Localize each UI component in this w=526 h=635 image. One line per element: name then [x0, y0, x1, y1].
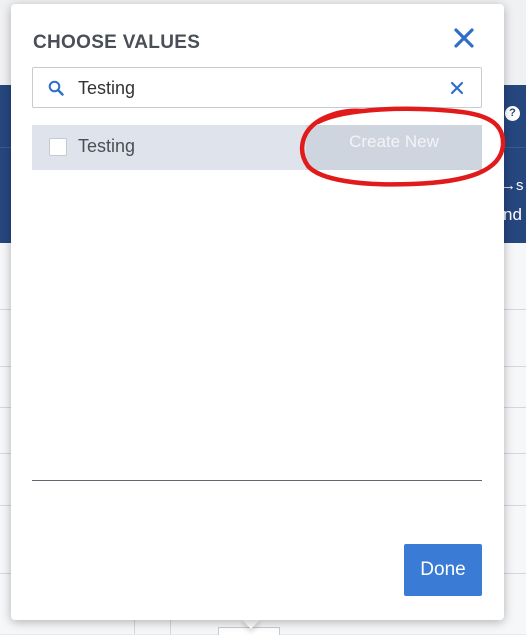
search-input[interactable] [78, 78, 438, 99]
clear-icon[interactable] [450, 81, 464, 95]
list-item[interactable]: Testing Create New [32, 125, 482, 170]
search-field[interactable] [32, 67, 482, 108]
result-checkbox[interactable] [49, 138, 67, 156]
search-icon [48, 80, 64, 96]
dialog-title: CHOOSE VALUES [33, 32, 201, 53]
result-label: Testing [78, 136, 136, 156]
list-divider [32, 480, 482, 481]
background-text-fragment: →s [501, 177, 524, 194]
choose-values-dialog: CHOOSE VALUES Testing Create New Done [11, 4, 504, 620]
background-text-fragment: nd [503, 205, 522, 224]
create-new-button[interactable]: Create New [306, 125, 482, 170]
done-button[interactable]: Done [404, 544, 482, 596]
close-icon[interactable] [452, 26, 476, 50]
help-icon[interactable]: ? [505, 106, 520, 121]
